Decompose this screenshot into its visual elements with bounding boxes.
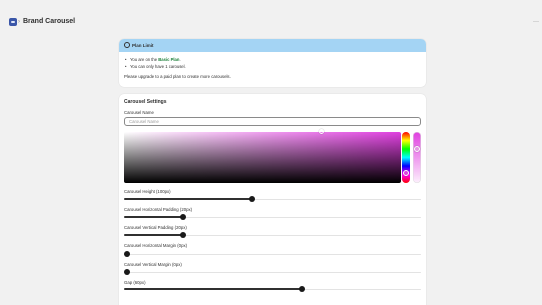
plan-limit-card: Plan Limit You are on the Basic Plan. Yo… <box>119 39 426 87</box>
slider-label-vertical-margin: Carousel Vertical Margin (0px) <box>124 262 182 267</box>
horizontal-margin-slider[interactable] <box>124 251 421 257</box>
more-actions-button[interactable]: ··· <box>532 17 540 27</box>
breadcrumb-separator: › <box>18 19 20 25</box>
info-icon <box>124 42 130 48</box>
gap-slider[interactable] <box>124 286 421 292</box>
slider-label-vertical-padding: Carousel Vertical Padding (20px) <box>124 225 187 230</box>
color-saturation-panel[interactable] <box>124 129 401 183</box>
hue-slider[interactable] <box>402 132 410 183</box>
slider-label-horizontal-margin: Carousel Horizontal Margin (0px) <box>124 243 188 248</box>
slider-fill <box>124 234 184 236</box>
page-title: Brand Carousel <box>23 18 76 25</box>
slider-thumb[interactable] <box>124 269 130 275</box>
carousel-name-label: Carousel Name <box>124 110 154 115</box>
slider-thumb[interactable] <box>248 196 255 202</box>
slider-fill <box>124 216 184 218</box>
app-icon[interactable] <box>9 18 17 26</box>
plan-line-prefix: You are on the <box>130 57 159 62</box>
plan-line-suffix: . <box>179 57 181 62</box>
slider-track <box>124 253 421 255</box>
slider-track <box>124 271 421 273</box>
slider-label-height: Carousel Height (100px) <box>124 189 171 194</box>
carousel-name-input[interactable] <box>124 117 421 126</box>
hue-slider-handle[interactable] <box>403 170 409 176</box>
slider-label-gap: Gap (60px) <box>124 280 146 285</box>
settings-title: Carousel Settings <box>124 99 167 105</box>
plan-name: Basic Plan <box>158 57 180 62</box>
vertical-margin-slider[interactable] <box>124 269 421 275</box>
slider-thumb[interactable] <box>124 251 130 257</box>
plan-limit-list: You are on the Basic Plan. You can only … <box>124 56 186 70</box>
banner-title: Plan Limit <box>132 43 154 48</box>
slider-label-horizontal-padding: Carousel Horizontal Padding (20px) <box>124 207 193 212</box>
top-bar: › Brand Carousel ··· <box>0 0 542 34</box>
height-slider[interactable] <box>124 196 421 202</box>
vertical-padding-slider[interactable] <box>124 232 421 238</box>
slider-thumb[interactable] <box>180 232 187 238</box>
upgrade-note: Please upgrade to a paid plan to create … <box>124 74 231 79</box>
slider-thumb[interactable] <box>180 214 187 220</box>
color-picker-handle[interactable] <box>319 129 324 134</box>
slider-fill <box>124 288 303 290</box>
alpha-slider-handle[interactable] <box>414 146 420 152</box>
slider-thumb[interactable] <box>299 286 306 292</box>
list-item: You can only have 1 carousel. <box>124 63 186 70</box>
slider-fill <box>124 198 252 200</box>
carousel-settings-card: Carousel Settings Carousel Name Carousel… <box>119 94 426 305</box>
horizontal-padding-slider[interactable] <box>124 214 421 220</box>
plan-limit-banner: Plan Limit <box>119 39 426 52</box>
list-item: You are on the Basic Plan. <box>124 56 186 63</box>
alpha-slider[interactable] <box>413 132 421 183</box>
